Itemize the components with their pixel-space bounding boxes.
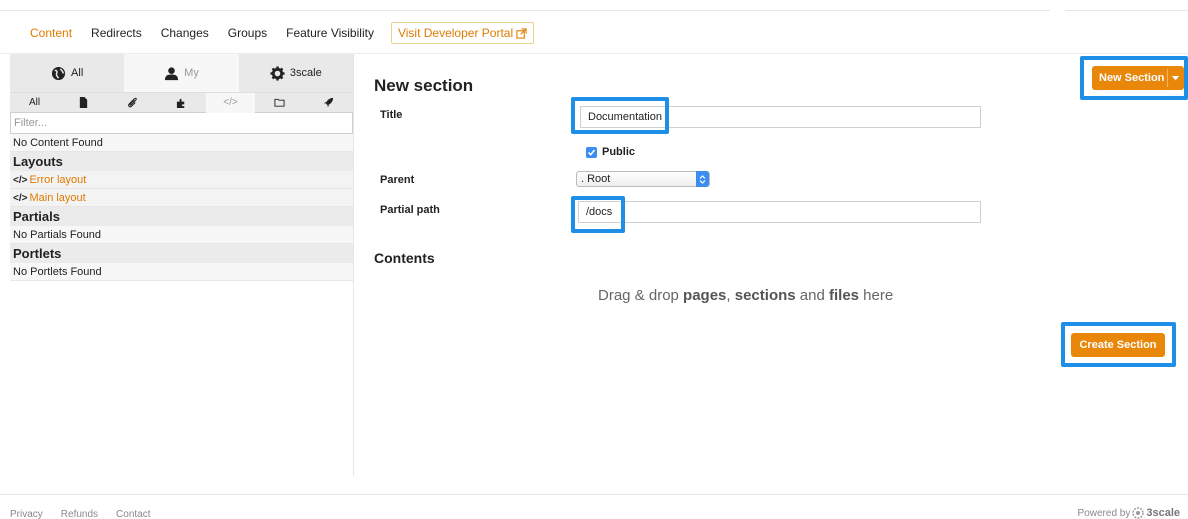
drop-pages: pages <box>683 287 727 304</box>
file-icon <box>79 97 88 108</box>
new-section-button[interactable]: New Section <box>1092 66 1184 90</box>
top-navigation: Content Redirects Changes Groups Feature… <box>30 22 535 44</box>
scope-tab-3scale-label: 3scale <box>289 67 322 79</box>
drop-zone[interactable]: Drag & drop pages, sections and files he… <box>598 287 893 304</box>
rocket-icon <box>323 97 334 108</box>
dev-portal-label: Visit Developer Portal <box>397 26 514 40</box>
nav-groups[interactable]: Groups <box>228 22 267 44</box>
sidebar-divider <box>353 54 354 476</box>
visit-developer-portal-link[interactable]: Visit Developer Portal <box>390 22 535 44</box>
partial-path-highlight <box>571 196 625 233</box>
portlets-heading: Portlets <box>10 244 353 263</box>
drop-files: files <box>828 287 859 304</box>
new-section-label: New Section <box>1099 72 1165 84</box>
no-portlets-message: No Portlets Found <box>10 263 353 281</box>
scope-tab-my[interactable]: My <box>124 54 239 92</box>
select-arrows-icon <box>696 171 709 187</box>
top-rule-right <box>1065 10 1188 11</box>
footer-link-refunds[interactable]: Refunds <box>61 509 98 519</box>
content-sidebar: All My 3scale All </> No Content Found <box>10 54 353 281</box>
external-link-icon <box>516 27 527 39</box>
type-tab-pages[interactable] <box>59 93 108 113</box>
type-tab-files[interactable] <box>108 93 157 113</box>
scope-tab-3scale[interactable]: 3scale <box>239 54 353 92</box>
scope-tab-my-label: My <box>184 67 199 79</box>
title-input-highlight <box>571 97 669 134</box>
powered-by[interactable]: Powered by 3scale <box>1078 507 1180 519</box>
3scale-logo-icon <box>1132 507 1145 519</box>
type-filter-tabs: All </> <box>10 92 353 113</box>
nav-redirects[interactable]: Redirects <box>91 22 142 44</box>
type-tab-sections[interactable] <box>255 93 304 113</box>
partial-path-input[interactable] <box>578 201 981 223</box>
drop-suffix: here <box>863 287 894 304</box>
checkbox-checked-icon <box>586 146 597 158</box>
brand-name: 3scale <box>1146 507 1180 519</box>
partial-path-label: Partial path <box>380 204 440 216</box>
drop-and: and <box>799 287 825 304</box>
nav-changes[interactable]: Changes <box>161 22 209 44</box>
partials-heading: Partials <box>10 207 353 226</box>
type-tab-all[interactable]: All <box>10 93 59 113</box>
layouts-heading: Layouts <box>10 152 353 171</box>
no-content-message: No Content Found <box>10 134 353 152</box>
title-label: Title <box>380 109 403 121</box>
type-tab-partials[interactable] <box>157 93 206 113</box>
nav-content[interactable]: Content <box>30 22 72 44</box>
footer-links: Privacy Refunds Contact <box>10 509 151 519</box>
nav-feature-visibility[interactable]: Feature Visibility <box>286 22 374 44</box>
contents-heading: Contents <box>374 250 435 266</box>
public-label: Public <box>602 146 636 158</box>
footer-link-contact[interactable]: Contact <box>116 509 150 519</box>
drop-prefix: Drag & drop <box>598 287 679 304</box>
puzzle-icon <box>176 98 185 108</box>
top-rule <box>0 10 1050 11</box>
folder-icon <box>274 98 285 107</box>
powered-by-label: Powered by <box>1077 507 1131 519</box>
gear-icon <box>270 65 285 81</box>
layout-item-label: Error layout <box>29 174 87 186</box>
globe-icon <box>51 66 66 80</box>
filter-input[interactable] <box>10 112 353 134</box>
scope-tab-all-label: All <box>71 67 84 79</box>
parent-select[interactable]: . Root <box>576 171 710 187</box>
scope-tabs: All My 3scale <box>10 54 353 92</box>
public-checkbox[interactable]: Public <box>586 146 635 158</box>
code-icon: </> <box>13 193 28 204</box>
drop-sections: sections <box>734 287 796 304</box>
caret-down-icon[interactable] <box>1172 76 1179 81</box>
footer-link-privacy[interactable]: Privacy <box>10 509 43 519</box>
user-icon <box>165 66 179 80</box>
split-divider <box>1167 69 1168 87</box>
drop-comma: , <box>726 287 731 304</box>
type-tab-layouts[interactable]: </> <box>206 92 255 113</box>
layout-item-label: Main layout <box>29 192 86 204</box>
no-partials-message: No Partials Found <box>10 226 353 244</box>
scope-tab-all[interactable]: All <box>10 54 124 92</box>
create-section-button[interactable]: Create Section <box>1071 333 1165 357</box>
layout-item-main[interactable]: </> Main layout <box>10 189 353 207</box>
type-tab-portlets[interactable] <box>304 93 353 113</box>
parent-select-value: . Root <box>581 173 611 185</box>
parent-label: Parent <box>380 174 415 186</box>
paperclip-icon <box>128 97 137 108</box>
footer-rule <box>0 494 1188 495</box>
layout-item-error[interactable]: </> Error layout <box>10 171 353 189</box>
code-icon: </> <box>13 175 28 186</box>
page-title: New section <box>374 76 474 95</box>
